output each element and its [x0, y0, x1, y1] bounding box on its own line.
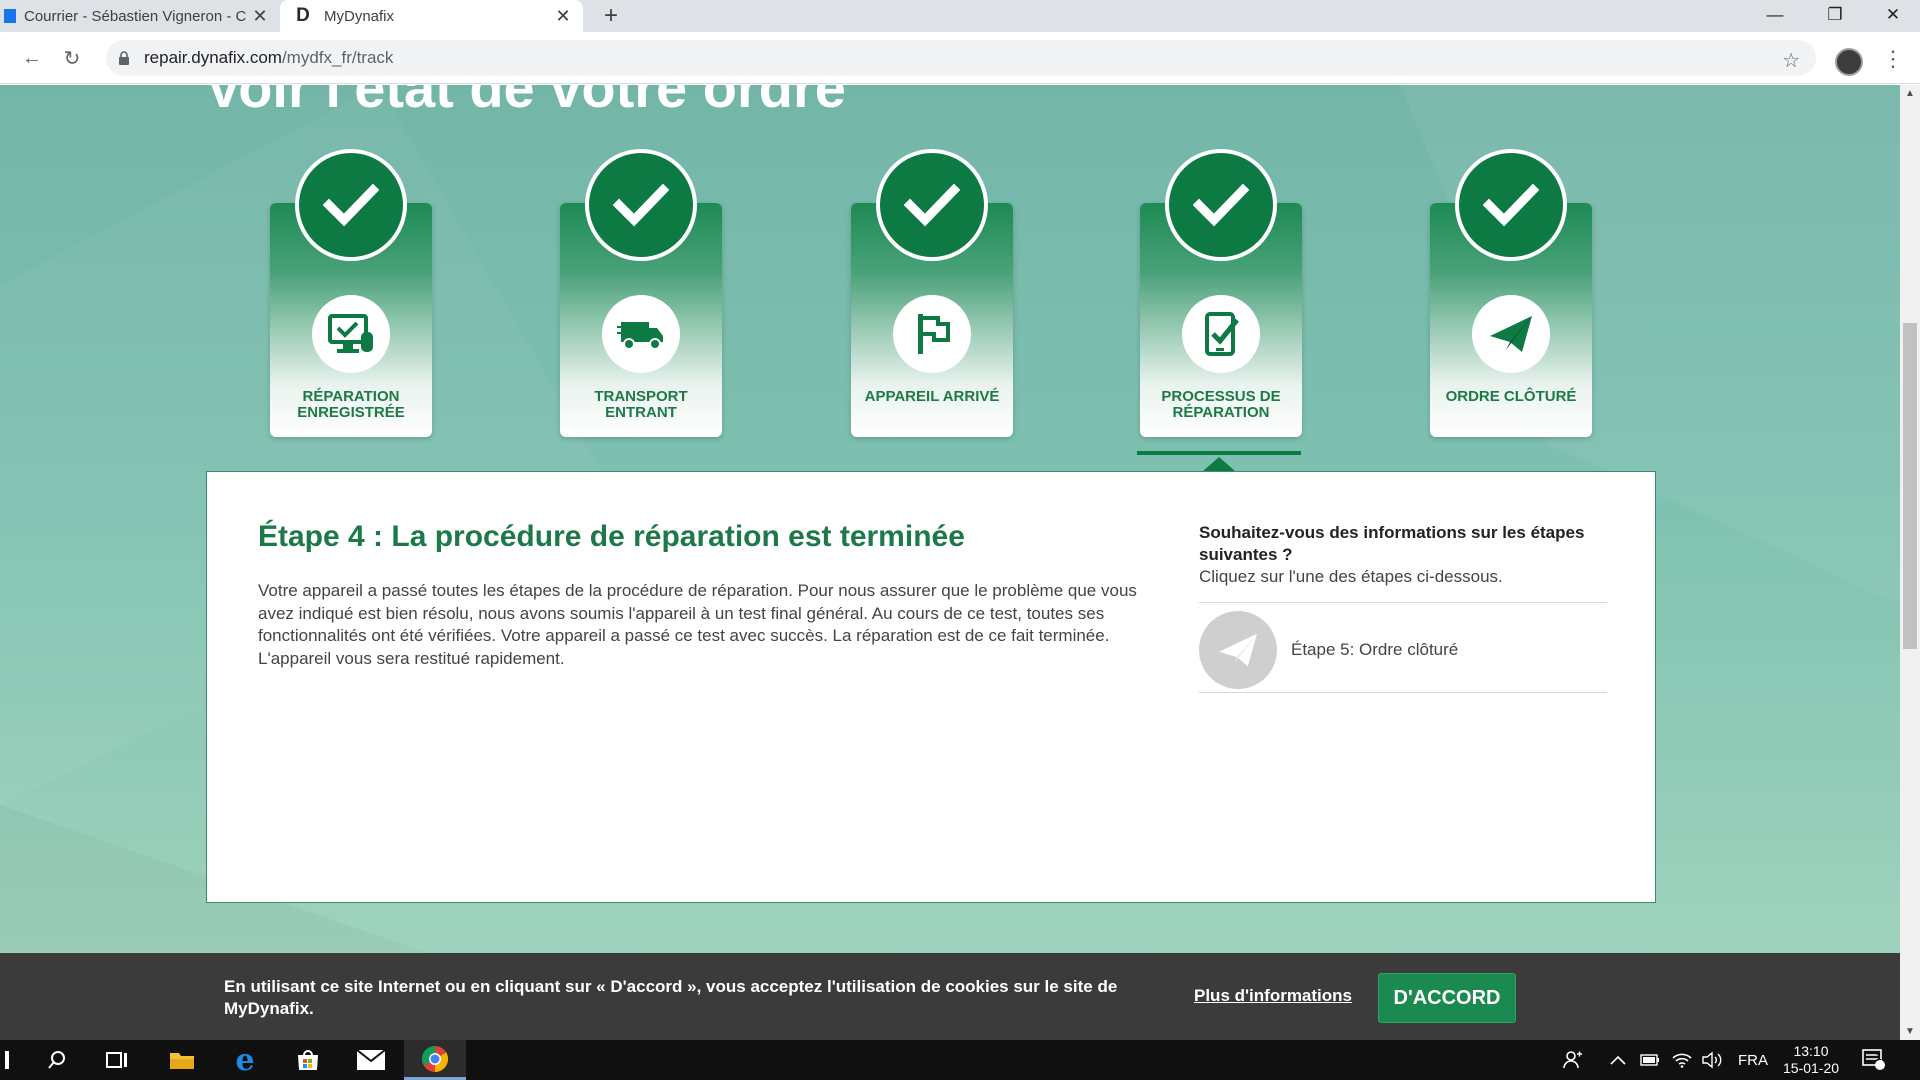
phone-check-icon — [1182, 295, 1260, 373]
next-step-label: Étape 5: Ordre clôturé — [1291, 640, 1459, 659]
paper-plane-icon — [1472, 295, 1550, 373]
checkmark-icon — [585, 149, 697, 261]
minimize-button[interactable]: — — [1748, 0, 1802, 30]
next-steps-hint: Cliquez sur l'une des étapes ci-dessous. — [1199, 567, 1503, 586]
start-button[interactable] — [0, 1040, 14, 1080]
scroll-up-arrow-icon[interactable]: ▲ — [1905, 88, 1915, 99]
people-icon[interactable] — [1562, 1040, 1584, 1080]
next-steps-question: Souhaitez-vous des informations sur les … — [1199, 523, 1585, 564]
cookie-accept-button[interactable]: D'ACCORD — [1378, 973, 1516, 1023]
step-label: APPAREIL ARRIVÉ — [864, 388, 1000, 405]
step-detail-text: Votre appareil a passé toutes les étapes… — [258, 581, 1137, 668]
reload-icon[interactable]: ↻ — [58, 44, 86, 72]
clock-time: 13:10 — [1793, 1043, 1829, 1059]
new-tab-button[interactable]: + — [598, 3, 624, 29]
mail-app-icon[interactable] — [340, 1040, 402, 1080]
clock[interactable]: 13:10 15-01-20 — [1776, 1043, 1846, 1077]
url-host: repair.dynafix.com — [144, 48, 282, 67]
divider — [1199, 602, 1607, 603]
step-detail-panel: Étape 4 : La procédure de réparation est… — [206, 471, 1656, 903]
checkmark-icon — [1455, 149, 1567, 261]
url-path: /mydfx_fr/track — [281, 48, 394, 67]
dynafix-favicon-icon: D — [296, 5, 310, 26]
checkmark-icon — [295, 149, 407, 261]
close-icon[interactable]: ✕ — [248, 4, 272, 28]
step-label: TRANSPORT ENTRANT — [594, 388, 688, 421]
search-icon[interactable] — [26, 1040, 88, 1080]
paper-plane-icon — [1199, 611, 1277, 689]
chevron-up-icon[interactable] — [1610, 1040, 1626, 1080]
mail-icon — [4, 9, 16, 23]
scroll-down-arrow-icon[interactable]: ▼ — [1905, 1026, 1915, 1037]
step-label: ORDRE CLÔTURÉ — [1445, 388, 1577, 405]
cookie-banner: En utilisant ce site Internet ou en cliq… — [0, 953, 1900, 1040]
windows-taskbar: e FRA 13:10 15-01-20 1 — [0, 1040, 1920, 1080]
step-detail-title: Étape 4 : La procédure de réparation est… — [258, 520, 965, 553]
task-view-icon[interactable] — [86, 1040, 148, 1080]
address-bar[interactable]: repair.dynafix.com/mydfx_fr/track ☆ — [106, 40, 1816, 76]
browser-toolbar: ← ↻ repair.dynafix.com/mydfx_fr/track ☆ — [0, 32, 1920, 84]
restore-button[interactable]: ❐ — [1808, 0, 1862, 30]
lock-icon — [118, 51, 132, 65]
file-explorer-icon[interactable] — [151, 1040, 213, 1080]
active-step-caret — [1203, 457, 1235, 471]
profile-avatar[interactable] — [1835, 48, 1863, 76]
notification-count: 1 — [1876, 1052, 1882, 1063]
scrollbar-thumb[interactable] — [1903, 323, 1917, 649]
store-icon[interactable] — [277, 1040, 339, 1080]
tab-mydynafix[interactable]: D MyDynafix ✕ — [280, 0, 583, 32]
bookmark-star-icon[interactable]: ☆ — [1782, 48, 1800, 73]
clock-date: 15-01-20 — [1782, 1060, 1840, 1076]
tab-title: MyDynafix — [324, 7, 395, 25]
checkmark-icon — [876, 149, 988, 261]
next-step-link[interactable]: Étape 5: Ordre clôturé — [1199, 608, 1607, 692]
close-icon[interactable]: ✕ — [551, 4, 575, 28]
divider — [1199, 692, 1607, 693]
url-text: repair.dynafix.com/mydfx_fr/track — [144, 48, 393, 68]
notification-center-icon[interactable]: 1 — [1862, 1040, 1886, 1080]
flag-icon — [893, 295, 971, 373]
edge-browser-icon[interactable]: e — [214, 1040, 276, 1080]
close-window-button[interactable]: ✕ — [1866, 0, 1920, 30]
step-label: PROCESSUS DE RÉPARATION — [1161, 388, 1281, 421]
active-step-indicator — [1137, 451, 1301, 455]
tab-title: Courrier - Sébastien Vigneron - C — [24, 7, 247, 25]
step-label: RÉPARATION ENREGISTRÉE — [297, 388, 405, 421]
truck-icon — [602, 295, 680, 373]
tab-courrier[interactable]: Courrier - Sébastien Vigneron - C ✕ — [0, 0, 280, 32]
back-button[interactable]: ← — [18, 44, 46, 72]
page-title: Voir l'état de votre ordre — [205, 85, 846, 119]
browser-tab-bar: Courrier - Sébastien Vigneron - C ✕ D My… — [0, 0, 1920, 32]
computer-repair-icon — [312, 295, 390, 373]
checkmark-icon — [1165, 149, 1277, 261]
page-viewport: Voir l'état de votre ordre RÉPARATION EN… — [0, 85, 1900, 1040]
volume-icon[interactable] — [1702, 1040, 1724, 1080]
more-menu-icon[interactable]: ⋮ — [1882, 46, 1904, 72]
cookie-more-info-link[interactable]: Plus d'informations — [1194, 986, 1352, 1006]
cookie-text: En utilisant ce site Internet ou en cliq… — [224, 977, 1118, 1018]
chrome-icon[interactable] — [404, 1040, 466, 1080]
wifi-icon[interactable] — [1672, 1040, 1692, 1080]
battery-icon[interactable] — [1640, 1040, 1660, 1080]
language-indicator[interactable]: FRA — [1738, 1040, 1768, 1080]
